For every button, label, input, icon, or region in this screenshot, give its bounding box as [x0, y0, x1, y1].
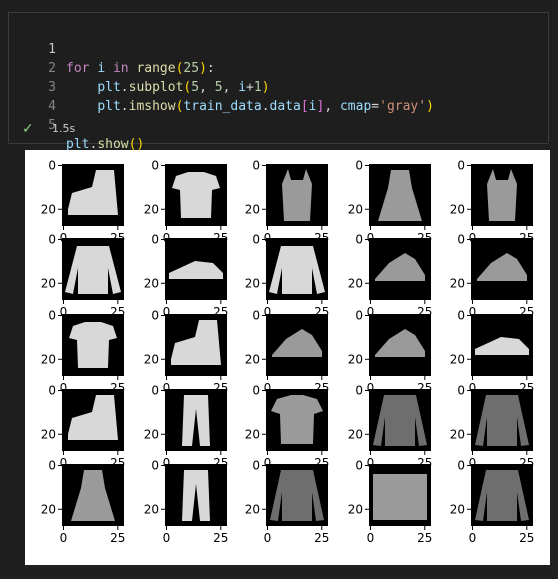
y-tick-label: 0	[48, 309, 56, 323]
y-tick-label: 20	[245, 427, 260, 441]
subplot: 020025	[450, 233, 535, 320]
y-tick-label: 0	[48, 159, 56, 173]
x-tick-label: 25	[110, 531, 125, 545]
y-tick-label: 20	[450, 427, 465, 441]
y-tick-label: 0	[48, 233, 56, 247]
y-tick-label: 0	[252, 159, 260, 173]
y-tick-label: 0	[151, 309, 159, 323]
y-tick-label: 20	[245, 276, 260, 290]
x-tick-label: 0	[60, 531, 68, 545]
x-tick-label: 0	[163, 531, 171, 545]
x-tick-label: 25	[519, 531, 534, 545]
subplot: 020025	[144, 233, 229, 320]
x-tick-label: 25	[213, 531, 228, 545]
y-tick-label: 20	[348, 352, 363, 366]
subplot: 020025	[245, 384, 330, 471]
code-line: 4	[8, 78, 549, 114]
y-tick-label: 0	[355, 459, 363, 473]
y-tick-label: 0	[252, 309, 260, 323]
y-tick-label: 0	[151, 384, 159, 398]
x-tick-label: 0	[367, 531, 375, 545]
image-grid: 0200250200250200250200250200250200250200…	[41, 159, 535, 546]
y-tick-label: 0	[252, 384, 260, 398]
y-tick-label: 20	[245, 502, 260, 516]
y-tick-label: 20	[348, 276, 363, 290]
y-tick-label: 20	[144, 352, 159, 366]
y-tick-label: 20	[348, 502, 363, 516]
y-tick-label: 0	[48, 384, 56, 398]
y-tick-label: 0	[355, 159, 363, 173]
code-line: 5 plt.show()	[8, 97, 549, 152]
y-tick-label: 0	[252, 459, 260, 473]
x-tick-label: 0	[469, 531, 477, 545]
y-tick-label: 20	[450, 502, 465, 516]
x-tick-label: 25	[314, 531, 329, 545]
subplot: 020025	[41, 233, 126, 320]
y-tick-label: 20	[450, 202, 465, 216]
subplot: 0 20 0 25	[41, 459, 126, 546]
y-tick-label: 0	[457, 233, 465, 247]
check-icon: ✓	[22, 121, 34, 137]
subplot: 020025	[144, 384, 229, 471]
y-tick-label: 0	[151, 233, 159, 247]
subplot: 0 20 0 25	[348, 459, 433, 546]
y-tick-label: 20	[41, 202, 56, 216]
subplot: 0 20 0 25	[450, 459, 535, 546]
y-tick-label: 0	[151, 459, 159, 473]
y-tick-label: 20	[144, 276, 159, 290]
y-tick-label: 20	[41, 502, 56, 516]
subplot: 020025	[245, 309, 330, 396]
subplot: 020025	[348, 384, 433, 471]
y-tick-label: 20	[450, 352, 465, 366]
y-tick-label: 20	[41, 352, 56, 366]
y-tick-label: 0	[457, 159, 465, 173]
subplot: 020025	[41, 309, 126, 396]
y-tick-label: 0	[355, 384, 363, 398]
code-line: 3 plt.imshow(train_data.data[i], cmap='g…	[8, 59, 549, 114]
y-tick-label: 0	[457, 459, 465, 473]
x-tick-label: 0	[264, 531, 272, 545]
notebook-cell: 1 for i in range(25): 2 plt.subplot(5, 5…	[0, 0, 558, 579]
output-figure: 0200250200250200250200250200250200250200…	[25, 150, 550, 565]
subplot: 020025	[348, 309, 433, 396]
code-line: 2 plt.subplot(5, 5, i+1)	[8, 40, 549, 95]
y-tick-label: 20	[245, 352, 260, 366]
subplot: 020025	[450, 384, 535, 471]
y-tick-label: 0	[151, 159, 159, 173]
y-tick-label: 20	[41, 276, 56, 290]
y-tick-label: 20	[144, 202, 159, 216]
y-tick-label: 0	[252, 233, 260, 247]
y-tick-label: 20	[245, 202, 260, 216]
subplot: 020025	[41, 384, 126, 471]
y-tick-label: 20	[348, 427, 363, 441]
subplot: 020025	[348, 233, 433, 320]
subplot: 0 20 0 25	[144, 459, 229, 546]
y-tick-label: 20	[450, 276, 465, 290]
y-tick-label: 20	[144, 502, 159, 516]
subplot: 020025	[245, 233, 330, 320]
y-tick-label: 20	[144, 427, 159, 441]
code-editor[interactable]: 1 for i in range(25): 2 plt.subplot(5, 5…	[8, 12, 549, 152]
y-tick-label: 20	[41, 427, 56, 441]
y-tick-label: 20	[348, 202, 363, 216]
y-tick-label: 0	[355, 233, 363, 247]
bag-silhouette	[373, 474, 427, 520]
subplot: 0 20 0 25	[245, 459, 330, 546]
y-tick-label: 0	[457, 384, 465, 398]
y-tick-label: 0	[457, 309, 465, 323]
y-tick-label: 0	[48, 459, 56, 473]
subplot: 020025	[450, 309, 535, 396]
execution-time: 1.5s	[52, 122, 76, 135]
subplot: 020025	[144, 309, 229, 396]
code-line: 1 for i in range(25):	[8, 21, 549, 76]
y-tick-label: 0	[355, 309, 363, 323]
x-tick-label: 25	[417, 531, 432, 545]
